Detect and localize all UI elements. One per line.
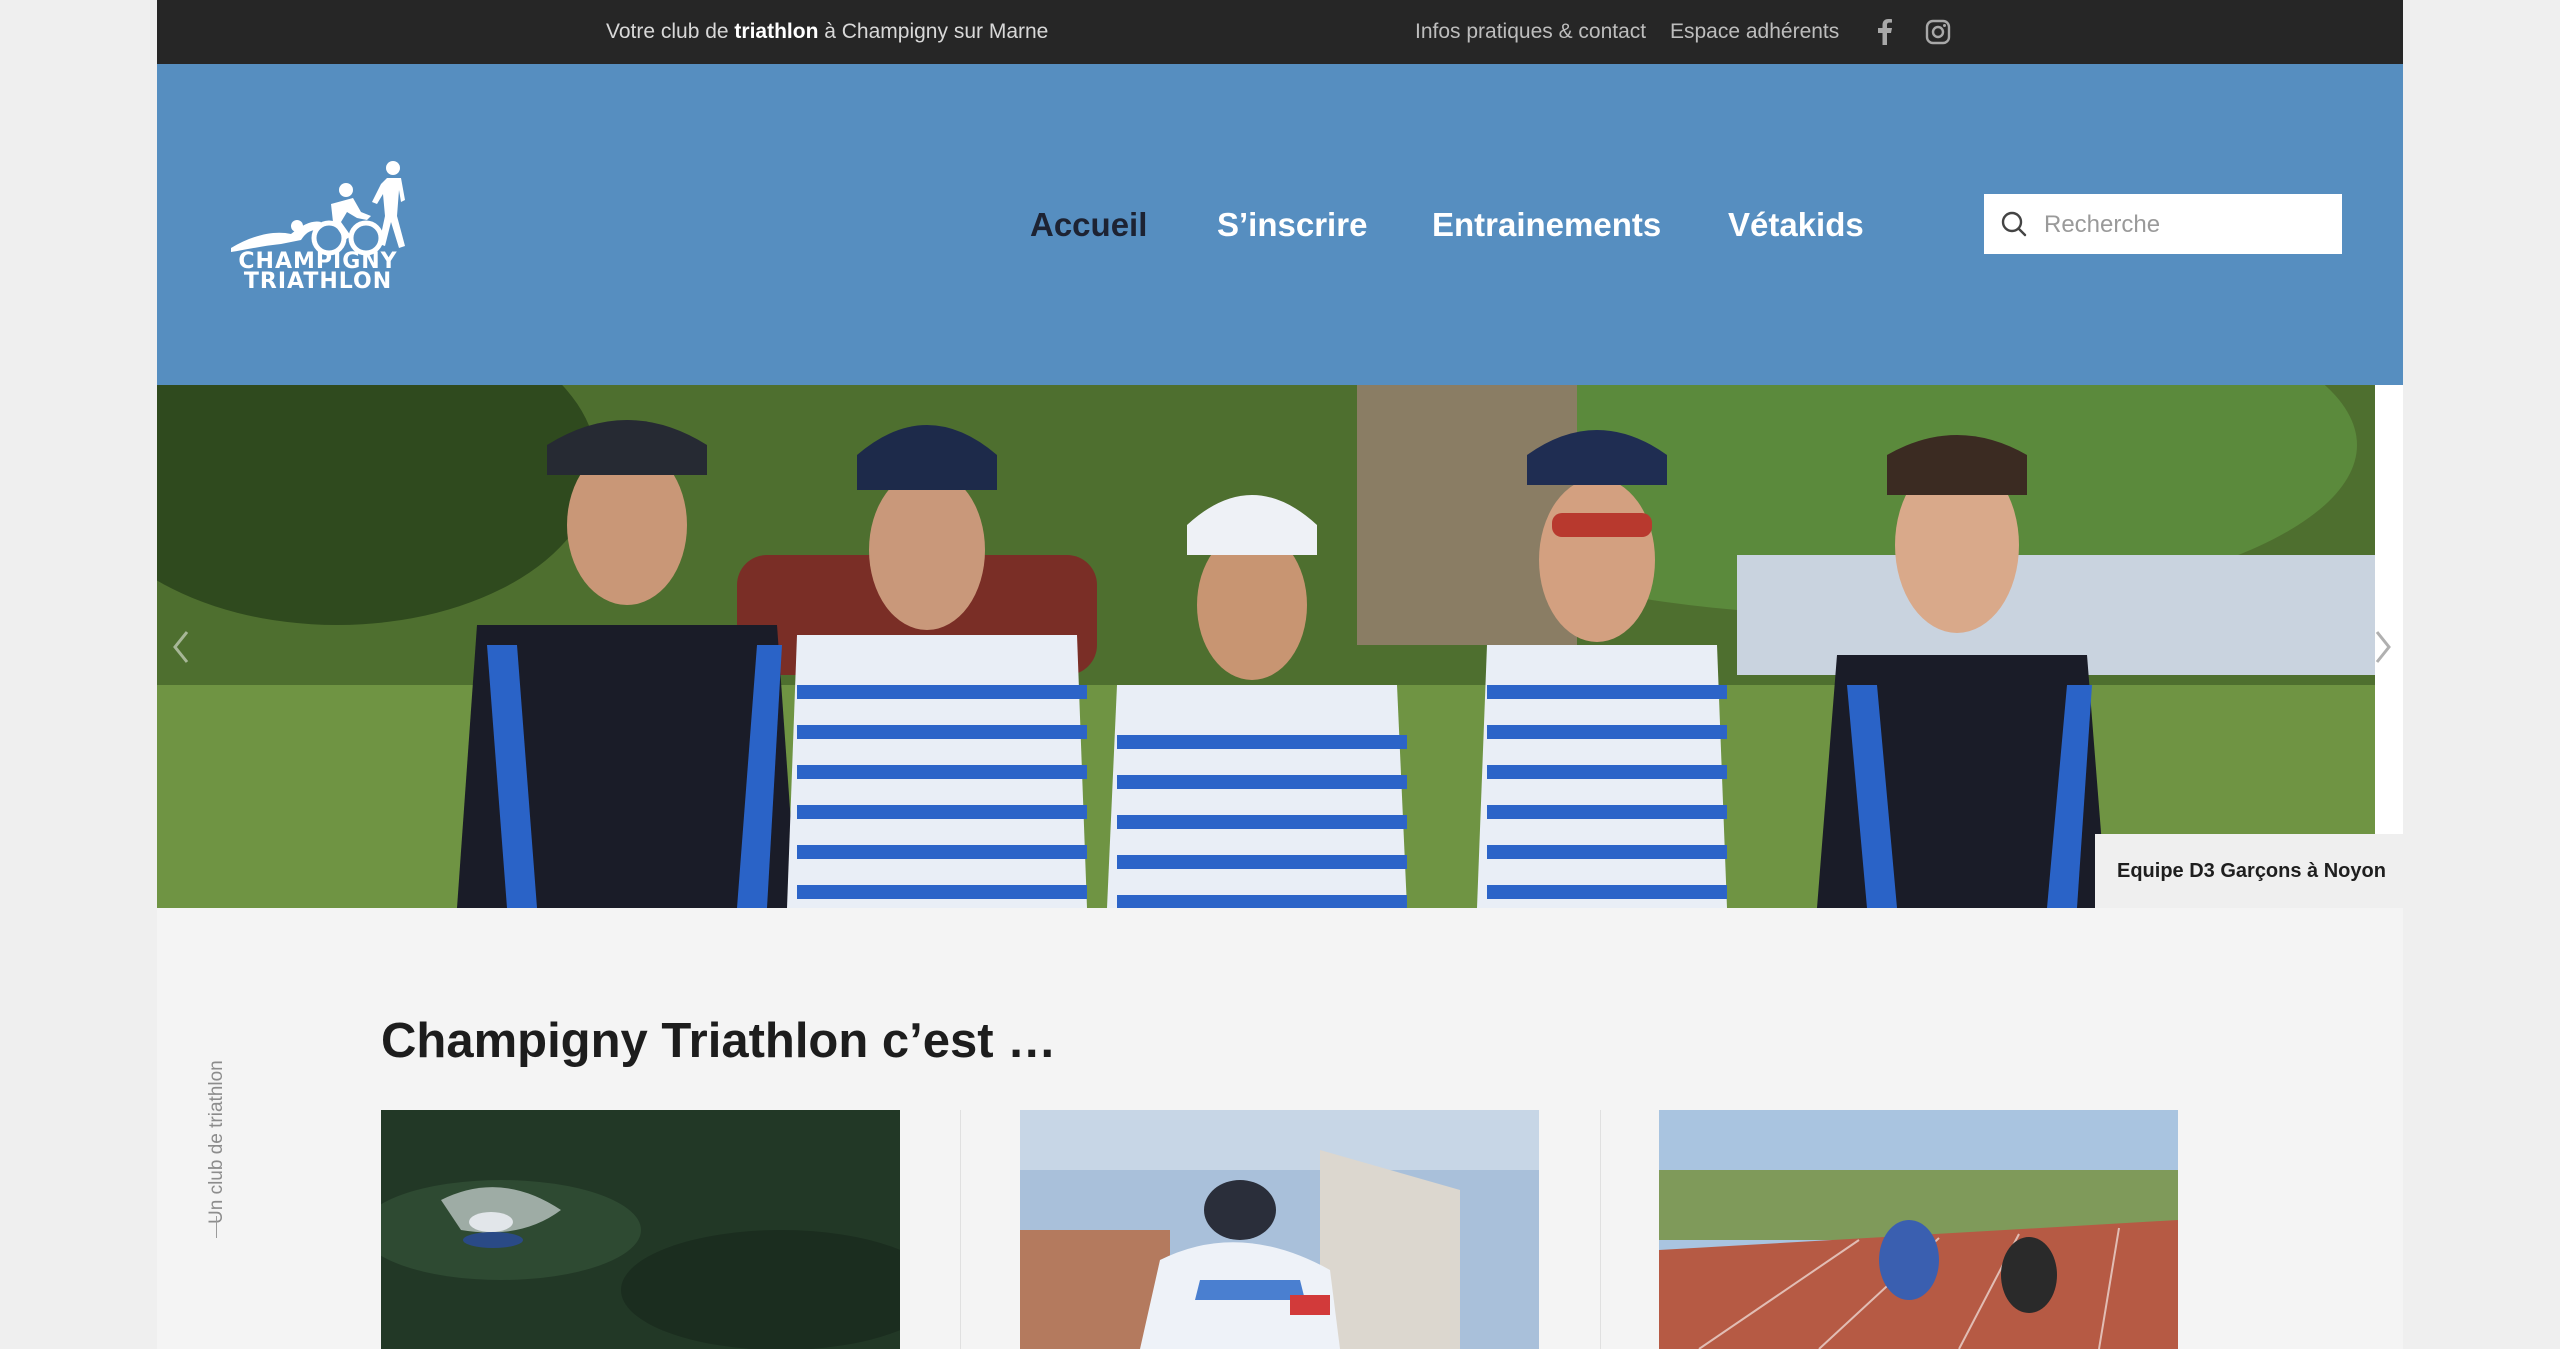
facebook-icon[interactable]	[1871, 18, 1899, 46]
link-infos-pratiques[interactable]: Infos pratiques & contact	[1415, 20, 1646, 43]
vertical-divider-line	[216, 1216, 217, 1238]
page: Votre club de triathlon à Champigny sur …	[157, 0, 2403, 1349]
chevron-left-icon[interactable]	[171, 630, 191, 664]
nav-vetakids[interactable]: Vétakids	[1728, 206, 1864, 256]
nav-sinscrire[interactable]: S’inscrire	[1217, 206, 1367, 256]
card-natation-image[interactable]	[381, 1110, 900, 1349]
cyclist-photo	[1020, 1110, 1539, 1349]
runner-photo	[1659, 1110, 2178, 1349]
tagline-bold: triathlon	[734, 20, 819, 43]
logo-text: CHAMPIGNY TRIATHLON	[225, 251, 411, 294]
hero-photo	[157, 385, 2375, 908]
logo-line-2: TRIATHLON	[243, 269, 393, 294]
card-course-image[interactable]	[1659, 1110, 2178, 1349]
card-divider	[1600, 1110, 1601, 1349]
tagline-prefix: Votre club de	[606, 20, 735, 43]
hero-slider[interactable]	[157, 385, 2375, 908]
site-header: CHAMPIGNY TRIATHLON Accueil S’inscrire E…	[157, 64, 2403, 385]
chevron-right-icon[interactable]	[2373, 630, 2393, 664]
tagline-suffix: à Champigny sur Marne	[818, 20, 1049, 43]
card-velo-image[interactable]	[1020, 1110, 1539, 1349]
top-bar: Votre club de triathlon à Champigny sur …	[157, 0, 2403, 64]
slide-caption: Equipe D3 Garçons à Noyon	[2095, 834, 2403, 908]
instagram-icon[interactable]	[1924, 18, 1952, 46]
search-input[interactable]	[2042, 204, 2326, 246]
tagline: Votre club de triathlon à Champigny sur …	[606, 20, 1048, 44]
top-links: Infos pratiques & contact Espace adhéren…	[1415, 20, 1857, 44]
card-divider	[960, 1110, 961, 1349]
nav-entrainements[interactable]: Entrainements	[1432, 206, 1661, 256]
search-icon	[2001, 211, 2027, 237]
vertical-label: Un club de triathlon	[206, 1060, 227, 1224]
link-espace-adherents[interactable]: Espace adhérents	[1670, 20, 1839, 43]
swimmer-photo	[381, 1110, 900, 1349]
nav-accueil[interactable]: Accueil	[1030, 206, 1147, 256]
search-box[interactable]	[1984, 194, 2342, 254]
section-title: Champigny Triathlon c’est …	[381, 1014, 1057, 1068]
